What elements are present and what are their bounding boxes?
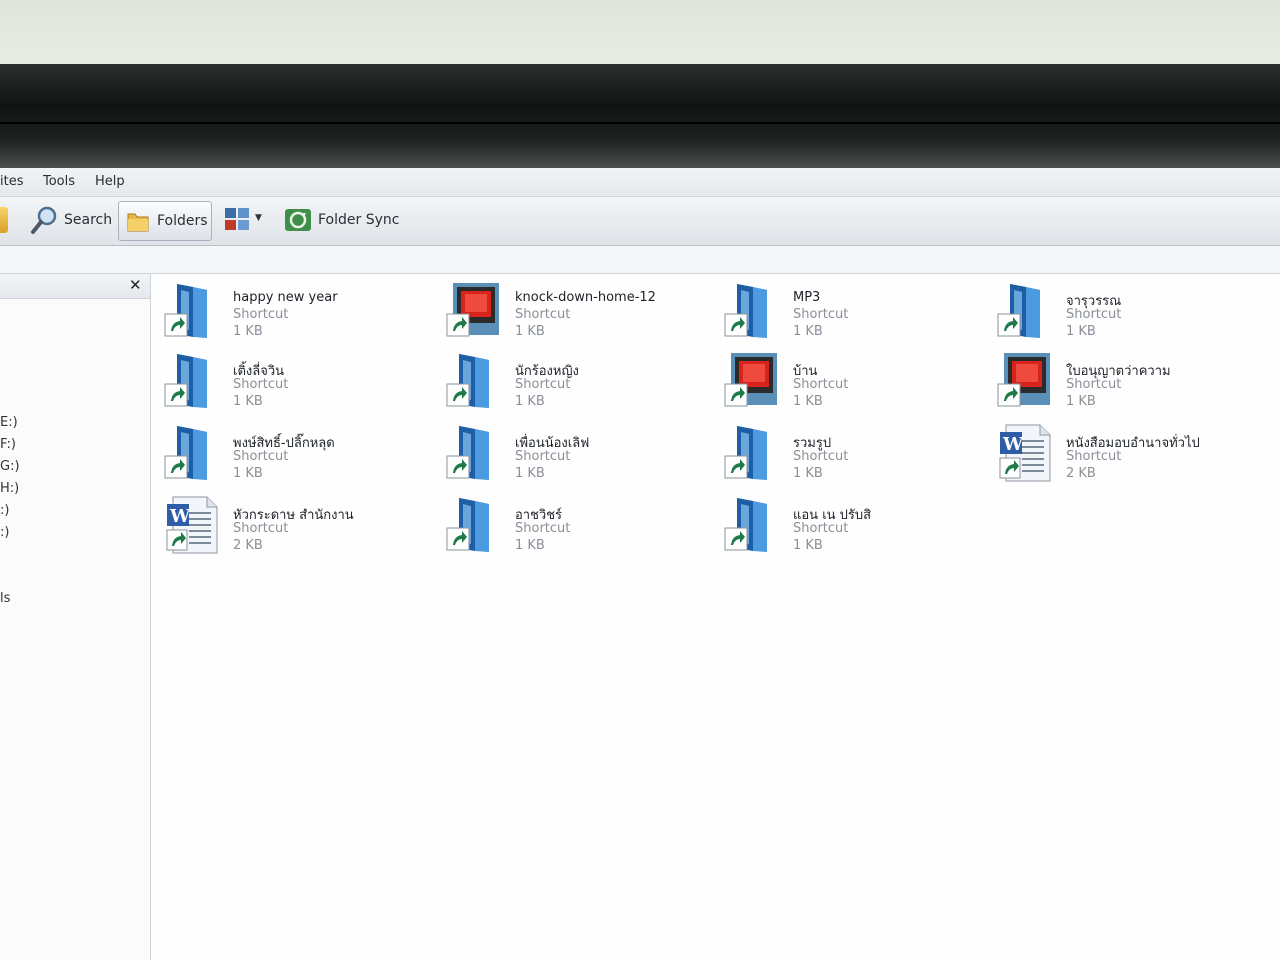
folders-pane-header: ✕ xyxy=(0,274,150,299)
close-icon[interactable]: ✕ xyxy=(129,276,142,294)
file-size: 1 KB xyxy=(233,324,263,339)
back-folder-icon[interactable] xyxy=(0,207,8,233)
file-type: Shortcut xyxy=(793,521,849,536)
folder-sync-button[interactable]: Folder Sync xyxy=(280,201,410,239)
drive-item[interactable]: G:) xyxy=(0,459,20,474)
file-item[interactable]: happy new year Shortcut 1 KB xyxy=(163,280,423,348)
file-item[interactable]: อาชวิชร์ Shortcut 1 KB xyxy=(445,494,705,562)
toolbar: Search Folders ▼ Folder Sync xyxy=(0,197,1280,246)
file-type: Shortcut xyxy=(515,377,571,392)
menu-tools[interactable]: Tools xyxy=(43,174,75,189)
file-item[interactable]: MP3 Shortcut 1 KB xyxy=(723,280,983,348)
svg-text:W: W xyxy=(1002,434,1024,455)
folder-shortcut-icon xyxy=(723,280,783,342)
menu-favorites[interactable]: ites xyxy=(0,174,23,189)
search-button[interactable]: Search xyxy=(28,201,113,239)
folder-shortcut-icon xyxy=(445,422,505,484)
file-size: 1 KB xyxy=(233,394,263,409)
folder-shortcut-icon xyxy=(163,422,223,484)
folders-button[interactable]: Folders xyxy=(118,201,212,241)
file-item[interactable]: รวมรูป Shortcut 1 KB xyxy=(723,422,983,490)
file-type: Shortcut xyxy=(793,377,849,392)
folders-label: Folders xyxy=(157,213,208,229)
drive-item[interactable]: :) xyxy=(0,525,9,540)
file-item[interactable]: ใบอนุญาตว่าความ Shortcut 1 KB xyxy=(996,350,1256,418)
file-type: Shortcut xyxy=(1066,377,1122,392)
file-type: Shortcut xyxy=(233,307,289,322)
file-type: Shortcut xyxy=(233,449,289,464)
file-size: 1 KB xyxy=(793,466,823,481)
file-size: 1 KB xyxy=(515,538,545,553)
file-item[interactable]: จารุวรรณ Shortcut 1 KB xyxy=(996,280,1256,348)
word-doc-shortcut-icon: W xyxy=(996,422,1056,484)
file-item[interactable]: knock-down-home-12 Shortcut 1 KB xyxy=(445,280,705,348)
monitor-bezel xyxy=(0,64,1280,168)
word-doc-shortcut-icon: W xyxy=(163,494,223,556)
file-type: Shortcut xyxy=(793,307,849,322)
drive-item[interactable]: F:) xyxy=(0,437,16,452)
drive-item[interactable]: E:) xyxy=(0,415,18,430)
file-type: Shortcut xyxy=(515,449,571,464)
file-size: 1 KB xyxy=(793,394,823,409)
drive-item[interactable]: :) xyxy=(0,503,9,518)
folder-sync-label: Folder Sync xyxy=(318,212,400,228)
sync-icon xyxy=(285,209,311,231)
file-type: Shortcut xyxy=(233,521,289,536)
file-item[interactable]: W หนังสือมอบอำนาจทั่วไป Shortcut 2 KB xyxy=(996,422,1256,490)
file-size: 1 KB xyxy=(515,324,545,339)
file-type: Shortcut xyxy=(233,377,289,392)
folder-shortcut-icon xyxy=(445,494,505,556)
folder-shortcut-icon xyxy=(163,350,223,412)
folder-shortcut-icon xyxy=(723,494,783,556)
folder-shortcut-icon xyxy=(163,280,223,342)
file-size: 2 KB xyxy=(233,538,263,553)
file-name: MP3 xyxy=(793,290,821,305)
menu-help[interactable]: Help xyxy=(95,174,125,189)
views-button[interactable]: ▼ xyxy=(222,201,268,239)
file-type: Shortcut xyxy=(1066,307,1122,322)
menu-bar: ites Tools Help xyxy=(0,168,1280,197)
file-size: 1 KB xyxy=(515,466,545,481)
file-type: Shortcut xyxy=(793,449,849,464)
background-wall xyxy=(0,0,1280,64)
file-item[interactable]: เติ้งลี่จวิน Shortcut 1 KB xyxy=(163,350,423,418)
file-size: 1 KB xyxy=(233,466,263,481)
file-size: 2 KB xyxy=(1066,466,1096,481)
file-item[interactable]: พงษ์สิทธิ์-ปลิ๊กหลุด Shortcut 1 KB xyxy=(163,422,423,490)
svg-text:W: W xyxy=(169,506,191,527)
views-icon xyxy=(225,208,249,230)
folder-icon xyxy=(127,213,149,232)
bezel-edge xyxy=(0,122,1280,124)
tree-item-tools[interactable]: ls xyxy=(0,591,10,606)
file-size: 1 KB xyxy=(793,538,823,553)
folder-shortcut-icon xyxy=(996,280,1056,342)
file-list: happy new year Shortcut 1 KB knock-down-ho… xyxy=(151,274,1280,960)
folder-shortcut-icon xyxy=(445,350,505,412)
media-shortcut-icon xyxy=(723,350,783,412)
file-size: 1 KB xyxy=(1066,324,1096,339)
file-item[interactable]: W หัวกระดาษ สำนักงาน Shortcut 2 KB xyxy=(163,494,423,562)
search-label: Search xyxy=(64,212,113,228)
file-type: Shortcut xyxy=(515,307,571,322)
search-icon xyxy=(31,206,57,234)
chevron-down-icon[interactable]: ▼ xyxy=(255,213,262,223)
file-item[interactable]: แอน เน ปรับสิ Shortcut 1 KB xyxy=(723,494,983,562)
file-name: happy new year xyxy=(233,290,338,305)
file-item[interactable]: เพื่อนน้องเลิฟ Shortcut 1 KB xyxy=(445,422,705,490)
file-item[interactable]: นักร้องหญิง Shortcut 1 KB xyxy=(445,350,705,418)
file-item[interactable]: บ้าน Shortcut 1 KB xyxy=(723,350,983,418)
folder-shortcut-icon xyxy=(723,422,783,484)
file-type: Shortcut xyxy=(515,521,571,536)
folders-pane: ✕ E:) F:) G:) H:) :) :) ls xyxy=(0,274,151,960)
file-size: 1 KB xyxy=(1066,394,1096,409)
media-shortcut-icon xyxy=(445,280,505,342)
drive-item[interactable]: H:) xyxy=(0,481,19,496)
address-strip xyxy=(0,246,1280,274)
file-size: 1 KB xyxy=(793,324,823,339)
file-type: Shortcut xyxy=(1066,449,1122,464)
file-size: 1 KB xyxy=(515,394,545,409)
media-shortcut-icon xyxy=(996,350,1056,412)
file-name: knock-down-home-12 xyxy=(515,290,656,305)
